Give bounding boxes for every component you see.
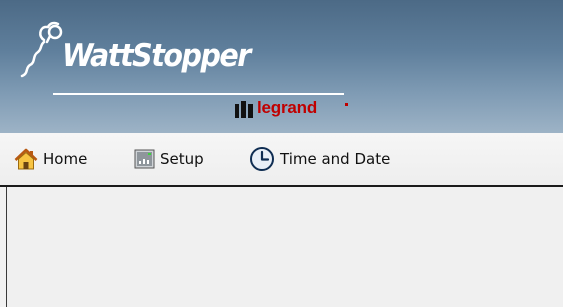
content-area [6, 187, 563, 307]
legrand-mark-icon [235, 101, 253, 118]
wattstopper-plug-logo-icon [20, 21, 63, 78]
logo-underline [53, 93, 344, 95]
header-banner: WattStopper legrand [0, 0, 563, 133]
nav-home[interactable]: Home [14, 145, 87, 173]
nav-setup[interactable]: Setup [134, 145, 204, 173]
legrand-brand-text: legrand [257, 98, 318, 117]
nav-bar: Home Setup Time and Date [0, 133, 563, 187]
nav-home-label: Home [43, 150, 88, 168]
setup-icon [134, 149, 155, 169]
nav-time-and-date-label: Time and Date [280, 150, 391, 168]
wattstopper-logo-text: WattStopper [62, 38, 251, 74]
legrand-trademark [345, 103, 348, 106]
nav-time-and-date[interactable]: Time and Date [249, 145, 390, 173]
nav-setup-label: Setup [160, 150, 204, 168]
home-icon [14, 148, 38, 170]
clock-icon [250, 147, 274, 171]
